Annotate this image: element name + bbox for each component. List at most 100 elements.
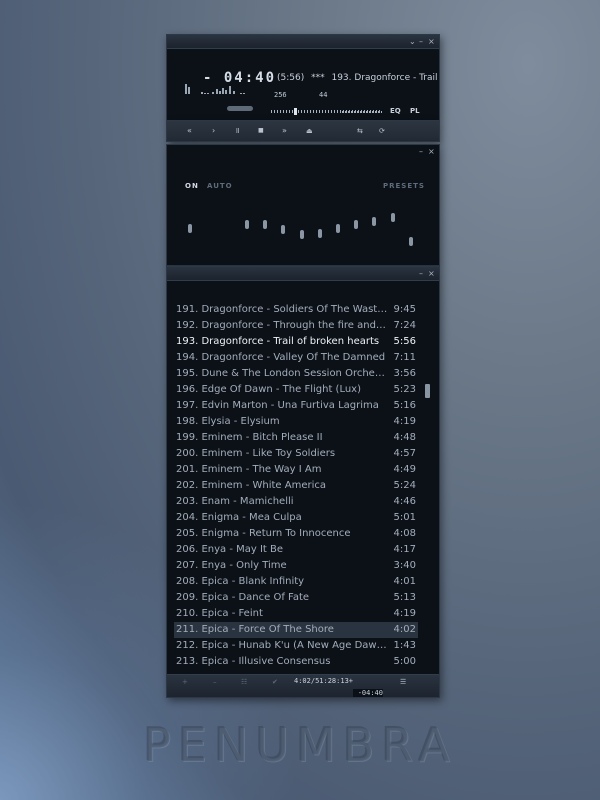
playlist-item[interactable]: 205. Enigma - Return To Innocence 4:08	[174, 526, 418, 542]
playlist-item-duration: 4:46	[393, 496, 416, 507]
main-display: - 04:40 (5:56) *** 193. Dragonforce - Tr…	[167, 49, 439, 120]
playlist-item-duration: 4:08	[393, 528, 416, 539]
playlist-item-title: 203. Enam - Mamichelli	[176, 496, 294, 507]
playlist-item-title: 210. Epica - Feint	[176, 608, 263, 619]
eq-minimize-icon[interactable]: –	[419, 145, 423, 158]
playlist-item[interactable]: 199. Eminem - Bitch Please II 4:48	[174, 430, 418, 446]
playlist[interactable]: 191. Dragonforce - Soldiers Of The Waste…	[174, 302, 418, 670]
playlist-item-title: 196. Edge Of Dawn - The Flight (Lux)	[176, 384, 361, 395]
shade-handle[interactable]	[227, 106, 253, 111]
playlist-item[interactable]: 210. Epica - Feint 4:19	[174, 606, 418, 622]
bitrate-value: 256	[274, 91, 287, 99]
playlist-item[interactable]: 194. Dragonforce - Valley Of The Damned 7…	[174, 350, 418, 366]
song-marquee: (5:56) *** 193. Dragonforce - Trail of b…	[277, 73, 437, 83]
main-window: ⌄ – × - 04:40 (5:56) *** 193. Dragonforc…	[166, 34, 440, 120]
playlist-item-title: 209. Epica - Dance Of Fate	[176, 592, 310, 603]
remove-icon[interactable]: –	[213, 675, 217, 689]
playlist-item-title: 202. Eminem - White America	[176, 480, 326, 491]
eq-titlebar[interactable]: – ×	[167, 145, 439, 158]
playlist-item-title: 195. Dune & The London Session Orchestra	[176, 368, 388, 379]
playlist-item-duration: 5:56	[393, 336, 416, 347]
eq-band-knob[interactable]	[317, 228, 322, 238]
playlist-item[interactable]: 209. Epica - Dance Of Fate 5:13	[174, 590, 418, 606]
playlist-item-duration: 4:19	[393, 416, 416, 427]
playlist-item[interactable]: 198. Elysia - Elysium 4:19	[174, 414, 418, 430]
playlist-item[interactable]: 201. Eminem - The Way I Am 4:49	[174, 462, 418, 478]
eq-band-knob[interactable]	[299, 230, 304, 240]
playlist-item[interactable]: 202. Eminem - White America 5:24	[174, 478, 418, 494]
eq-band-knob[interactable]	[336, 224, 340, 233]
playlist-item-duration: 4:17	[393, 544, 416, 555]
eq-band-knob[interactable]	[408, 236, 413, 246]
eject-button[interactable]: ⏏	[306, 121, 313, 141]
playlist-item-title: 206. Enya - May It Be	[176, 544, 284, 555]
playlist-item[interactable]: 197. Edvin Marton - Una Furtiva Lagrima 5…	[174, 398, 418, 414]
playlist-item-duration: 4:57	[393, 448, 416, 459]
playlist-item-title: 208. Epica - Blank Infinity	[176, 576, 305, 587]
playlist-item[interactable]: 195. Dune & The London Session Orchestra…	[174, 366, 418, 382]
playlist-item[interactable]: 211. Epica - Force Of The Shore 4:02	[174, 622, 418, 638]
playlist-item[interactable]: 207. Enya - Only Time 3:40	[174, 558, 418, 574]
eq-band-knob[interactable]	[354, 220, 359, 230]
playlist-item-title: 213. Epica - Illusive Consensus	[176, 656, 331, 667]
playlist-item-duration: 9:45	[393, 304, 416, 315]
next-button[interactable]: »	[282, 121, 287, 141]
seek-knob[interactable]	[294, 108, 298, 115]
stop-button[interactable]: ■	[258, 121, 264, 141]
playlist-item[interactable]: 191. Dragonforce - Soldiers Of The Waste…	[174, 302, 418, 318]
eq-toggle-button[interactable]: EQ	[390, 107, 401, 115]
playlist-item-duration: 5:16	[393, 400, 416, 411]
playlist-item[interactable]: 193. Dragonforce - Trail of broken heart…	[174, 334, 418, 350]
add-icon[interactable]: +	[182, 675, 188, 689]
volume-slider[interactable]	[342, 111, 382, 113]
list-options-icon[interactable]: ☰	[400, 675, 406, 689]
eq-band-knob[interactable]	[263, 220, 268, 230]
marquee-separator: ***	[311, 73, 325, 83]
playlist-item[interactable]: 213. Epica - Illusive Consensus 5:00	[174, 654, 418, 670]
playlist-item-duration: 5:00	[393, 656, 416, 667]
shuffle-button[interactable]: ⇆	[357, 121, 363, 141]
playlist-item[interactable]: 203. Enam - Mamichelli 4:46	[174, 494, 418, 510]
eq-close-icon[interactable]: ×	[428, 145, 435, 158]
main-titlebar[interactable]: ⌄ – ×	[167, 35, 439, 49]
eq-band-knob[interactable]	[390, 213, 395, 223]
pl-toggle-button[interactable]: PL	[410, 107, 420, 115]
playlist-item-title: 204. Enigma - Mea Culpa	[176, 512, 302, 523]
pl-close-icon[interactable]: ×	[428, 267, 435, 280]
playlist-item[interactable]: 204. Enigma - Mea Culpa 5:01	[174, 510, 418, 526]
eq-band-knob[interactable]	[372, 216, 377, 226]
previous-button[interactable]: «	[187, 121, 192, 141]
repeat-button[interactable]: ⟳	[379, 121, 385, 141]
playlist-item[interactable]: 212. Epica - Hunab K'u (A New Age Dawns)…	[174, 638, 418, 654]
playlist-mini-time[interactable]: -04:40	[353, 689, 383, 697]
playlist-item-title: 199. Eminem - Bitch Please II	[176, 432, 323, 443]
playlist-item-title: 191. Dragonforce - Soldiers Of The Waste…	[176, 304, 388, 315]
playlist-item-title: 205. Enigma - Return To Innocence	[176, 528, 351, 539]
eq-band-knob[interactable]	[245, 219, 249, 229]
time-display[interactable]: - 04:40	[203, 70, 276, 86]
playlist-scrollbar-thumb[interactable]	[425, 384, 430, 398]
playlist-item[interactable]: 200. Eminem - Like Toy Soldiers 4:57	[174, 446, 418, 462]
select-icon[interactable]: ☷	[241, 675, 247, 689]
pause-button[interactable]: ॥	[235, 121, 240, 141]
playlist-item[interactable]: 206. Enya - May It Be 4:17	[174, 542, 418, 558]
eq-sliders[interactable]	[167, 158, 439, 265]
playlist-item[interactable]: 208. Epica - Blank Infinity 4:01	[174, 574, 418, 590]
misc-icon[interactable]: ✔	[272, 675, 278, 689]
playlist-item-duration: 3:56	[393, 368, 416, 379]
playlist-item[interactable]: 196. Edge Of Dawn - The Flight (Lux) 5:23	[174, 382, 418, 398]
playlist-item-title: 212. Epica - Hunab K'u (A New Age Dawns)	[176, 640, 388, 651]
eq-band-knob[interactable]	[281, 224, 286, 234]
close-icon[interactable]: ×	[428, 35, 435, 48]
playlist-item-duration: 7:24	[393, 320, 416, 331]
minimize-icon[interactable]: –	[419, 35, 423, 48]
eq-preamp-knob[interactable]	[188, 224, 192, 233]
eq-body: ON AUTO PRESETS	[167, 158, 439, 265]
playlist-item-duration: 4:49	[393, 464, 416, 475]
pl-minimize-icon[interactable]: –	[419, 267, 423, 280]
collapse-icon[interactable]: ⌄	[409, 35, 416, 48]
playlist-item-title: 211. Epica - Force Of The Shore	[176, 624, 334, 635]
playlist-titlebar[interactable]: – ×	[167, 267, 439, 281]
play-button[interactable]: ›	[212, 121, 215, 141]
playlist-item[interactable]: 192. Dragonforce - Through the fire and …	[174, 318, 418, 334]
